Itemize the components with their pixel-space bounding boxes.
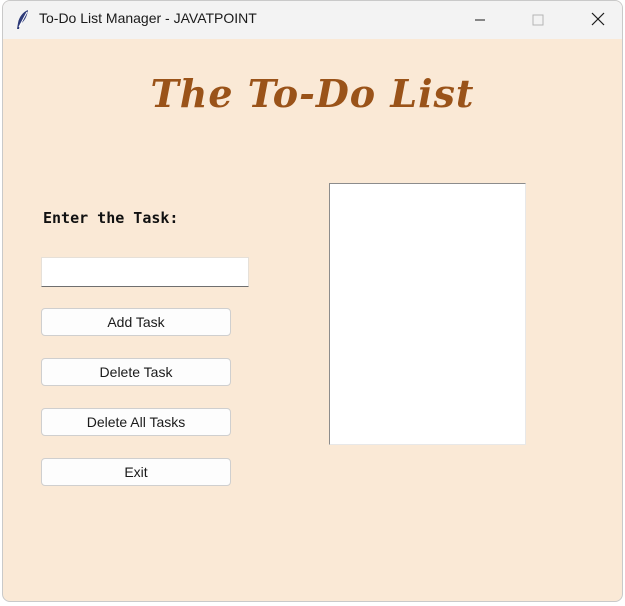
delete-all-tasks-button[interactable]: Delete All Tasks: [41, 408, 231, 436]
title-bar[interactable]: To-Do List Manager - JAVATPOINT: [3, 1, 622, 39]
add-task-button[interactable]: Add Task: [41, 308, 231, 336]
close-icon: [591, 11, 605, 30]
task-input[interactable]: [41, 257, 249, 287]
delete-task-button[interactable]: Delete Task: [41, 358, 231, 386]
exit-button[interactable]: Exit: [41, 458, 231, 486]
maximize-button[interactable]: [515, 1, 561, 39]
minimize-button[interactable]: [457, 1, 503, 39]
page-title: The To-Do List: [150, 71, 475, 116]
task-listbox[interactable]: [329, 183, 526, 445]
task-label: Enter the Task:: [43, 209, 179, 227]
window-title: To-Do List Manager - JAVATPOINT: [39, 10, 257, 26]
feather-icon: [15, 9, 31, 31]
minimize-icon: [474, 11, 486, 30]
close-button[interactable]: [575, 1, 621, 39]
maximize-icon: [532, 11, 544, 30]
app-window: To-Do List Manager - JAVATPOINT The To-D…: [2, 0, 623, 602]
